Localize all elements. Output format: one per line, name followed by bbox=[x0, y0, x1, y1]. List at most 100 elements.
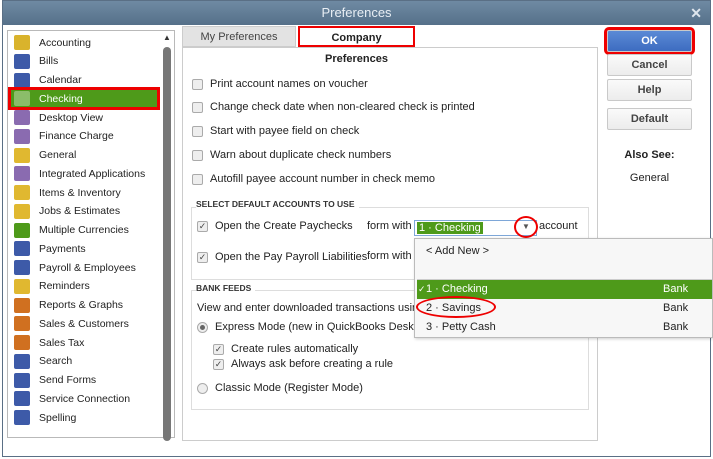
selected-account: 1 · Checking bbox=[417, 222, 483, 234]
sidebar-item-search[interactable]: Search bbox=[10, 352, 158, 371]
option-label: Warn about duplicate check numbers bbox=[210, 149, 392, 161]
tab-my-preferences[interactable]: My Preferences bbox=[182, 26, 296, 47]
form-with-label: form with bbox=[367, 250, 412, 262]
sidebar-item-general[interactable]: General bbox=[10, 146, 158, 165]
also-see-general-link[interactable]: General bbox=[607, 172, 692, 184]
account-label: account bbox=[539, 220, 578, 232]
option-warn-duplicate[interactable]: Warn about duplicate check numbers bbox=[192, 149, 391, 161]
checkbox[interactable] bbox=[192, 78, 203, 90]
account-dropdown-list[interactable]: < Add New > ✓ 1 · Checking Bank 2 · Saving… bbox=[414, 238, 713, 338]
help-button[interactable]: Help bbox=[607, 79, 692, 101]
sidebar-item-label: Search bbox=[39, 355, 73, 368]
sidebar-item-label: Items & Inventory bbox=[39, 186, 121, 199]
option-autofill-payee[interactable]: Autofill payee account number in check m… bbox=[192, 173, 435, 185]
checkbox[interactable]: ✓ bbox=[213, 358, 224, 370]
checkbox[interactable]: ✓ bbox=[213, 343, 224, 355]
scroll-up-icon[interactable]: ▲ bbox=[161, 33, 173, 42]
option-print-account-names[interactable]: Print account names on voucher bbox=[192, 78, 368, 90]
sidebar-item-finance-charge[interactable]: Finance Charge bbox=[10, 127, 158, 146]
general-icon bbox=[14, 147, 30, 163]
checkbox[interactable]: ✓ bbox=[197, 251, 208, 263]
close-icon[interactable]: ✕ bbox=[690, 1, 702, 25]
option-label: Create rules automatically bbox=[231, 343, 359, 355]
sidebar-item-label: Sales & Customers bbox=[39, 317, 129, 330]
checkbox[interactable] bbox=[192, 149, 203, 161]
sidebar-item-send-forms[interactable]: Send Forms bbox=[10, 371, 158, 390]
sidebar-item-accounting[interactable]: Accounting bbox=[10, 33, 158, 52]
radio[interactable] bbox=[197, 382, 208, 394]
sidebar-item-reports-graphs[interactable]: Reports & Graphs bbox=[10, 296, 158, 315]
payroll-employees-icon bbox=[14, 260, 30, 275]
send-forms-icon bbox=[14, 372, 30, 388]
sidebar-item-label: Bills bbox=[39, 55, 59, 68]
liabilities-checkbox[interactable]: ✓ Open the Pay Payroll Liabilities bbox=[197, 251, 367, 263]
scrollbar-thumb[interactable] bbox=[163, 47, 171, 441]
classic-mode-radio[interactable]: Classic Mode (Register Mode) bbox=[197, 382, 363, 394]
option-label: Change check date when non-cleared check… bbox=[210, 101, 475, 113]
items-inventory-icon bbox=[14, 185, 30, 200]
also-see-label: Also See: bbox=[624, 149, 675, 161]
default-accounts-heading: SELECT DEFAULT ACCOUNTS TO USE bbox=[196, 199, 359, 209]
sidebar-item-label: General bbox=[39, 149, 77, 161]
sidebar-item-sales-customers[interactable]: Sales & Customers bbox=[10, 314, 158, 333]
finance-charge-icon bbox=[14, 128, 30, 144]
tab-company-preferences[interactable]: Company Preferences bbox=[298, 26, 415, 65]
window-title: Preferences bbox=[321, 5, 392, 20]
checkbox[interactable] bbox=[192, 173, 203, 185]
create-rules-checkbox[interactable]: ✓ Create rules automatically bbox=[213, 343, 358, 355]
option-change-check-date[interactable]: Change check date when non-cleared check… bbox=[192, 101, 475, 113]
dropdown-option[interactable]: 3 · Petty Cash Bank bbox=[417, 318, 712, 337]
checkbox[interactable] bbox=[192, 101, 203, 113]
paychecks-checkbox[interactable]: ✓ Open the Create Paychecks bbox=[197, 220, 353, 232]
default-button[interactable]: Default bbox=[607, 108, 692, 130]
scrollbar[interactable]: ▲ bbox=[161, 33, 173, 441]
sidebar-item-label: Checking bbox=[39, 92, 83, 105]
sidebar-item-items-inventory[interactable]: Items & Inventory bbox=[10, 183, 158, 202]
option-label: < Add New > bbox=[426, 245, 489, 257]
sidebar-item-label: Accounting bbox=[39, 36, 91, 49]
option-label: Classic Mode (Register Mode) bbox=[215, 382, 363, 394]
checkbox[interactable]: ✓ bbox=[197, 220, 208, 232]
cancel-button[interactable]: Cancel bbox=[607, 54, 692, 76]
sidebar-item-payments[interactable]: Payments bbox=[10, 239, 158, 258]
sidebar-item-integrated-applications[interactable]: Integrated Applications bbox=[10, 164, 158, 183]
sidebar-item-label: Sales Tax bbox=[39, 336, 85, 349]
sidebar-item-service-connection[interactable]: Service Connection bbox=[10, 389, 158, 408]
sidebar-item-desktop-view[interactable]: Desktop View bbox=[10, 108, 158, 127]
bank-feeds-heading: BANK FEEDS bbox=[196, 283, 256, 293]
option-label: Autofill payee account number in check m… bbox=[210, 173, 436, 185]
sidebar-item-label: Desktop View bbox=[39, 111, 104, 124]
sidebar-item-label: Calendar bbox=[39, 74, 82, 86]
express-mode-radio[interactable]: Express Mode (new in QuickBooks Desktop … bbox=[197, 321, 438, 333]
sidebar-item-bills[interactable]: Bills bbox=[10, 52, 158, 71]
sidebar-item-spelling[interactable]: Spelling bbox=[10, 408, 158, 427]
reports-graphs-icon bbox=[14, 297, 30, 313]
desktop-view-icon bbox=[14, 110, 30, 125]
ok-button[interactable]: OK bbox=[604, 27, 695, 55]
multiple-currencies-icon bbox=[14, 222, 30, 238]
add-new-option[interactable]: < Add New > bbox=[417, 242, 712, 261]
preferences-category-list[interactable]: ▲ Accounting Bills Calendar Checking Desktop… bbox=[7, 30, 175, 441]
sidebar-item-multiple-currencies[interactable]: Multiple Currencies bbox=[10, 221, 158, 240]
option-start-with-payee[interactable]: Start with payee field on check bbox=[192, 125, 359, 137]
sidebar-item-label: Integrated Applications bbox=[39, 167, 146, 180]
sidebar-item-calendar[interactable]: Calendar bbox=[10, 71, 158, 90]
option-label: Start with payee field on check bbox=[210, 125, 360, 137]
sidebar-item-jobs-estimates[interactable]: Jobs & Estimates bbox=[10, 202, 158, 221]
bills-icon bbox=[14, 53, 30, 69]
sidebar-item-reminders[interactable]: Reminders bbox=[10, 277, 158, 296]
always-ask-checkbox[interactable]: ✓ Always ask before creating a rule bbox=[213, 358, 393, 370]
jobs-estimates-icon bbox=[14, 203, 30, 219]
sidebar-item-checking[interactable]: Checking bbox=[8, 87, 160, 111]
checkbox[interactable] bbox=[192, 125, 203, 137]
chevron-down-icon[interactable]: ▼ bbox=[514, 216, 538, 238]
sidebar-item-label: Jobs & Estimates bbox=[39, 205, 121, 218]
option-label: Always ask before creating a rule bbox=[231, 358, 394, 370]
option-type: Bank bbox=[663, 321, 689, 333]
sidebar-item-label: Spelling bbox=[39, 411, 77, 424]
sidebar-item-payroll-employees[interactable]: Payroll & Employees bbox=[10, 258, 158, 277]
sidebar-item-label: Payments bbox=[39, 242, 86, 255]
sidebar-item-sales-tax[interactable]: Sales Tax bbox=[10, 333, 158, 352]
radio[interactable] bbox=[197, 321, 208, 333]
checkmark-icon: ✓ bbox=[418, 284, 426, 294]
